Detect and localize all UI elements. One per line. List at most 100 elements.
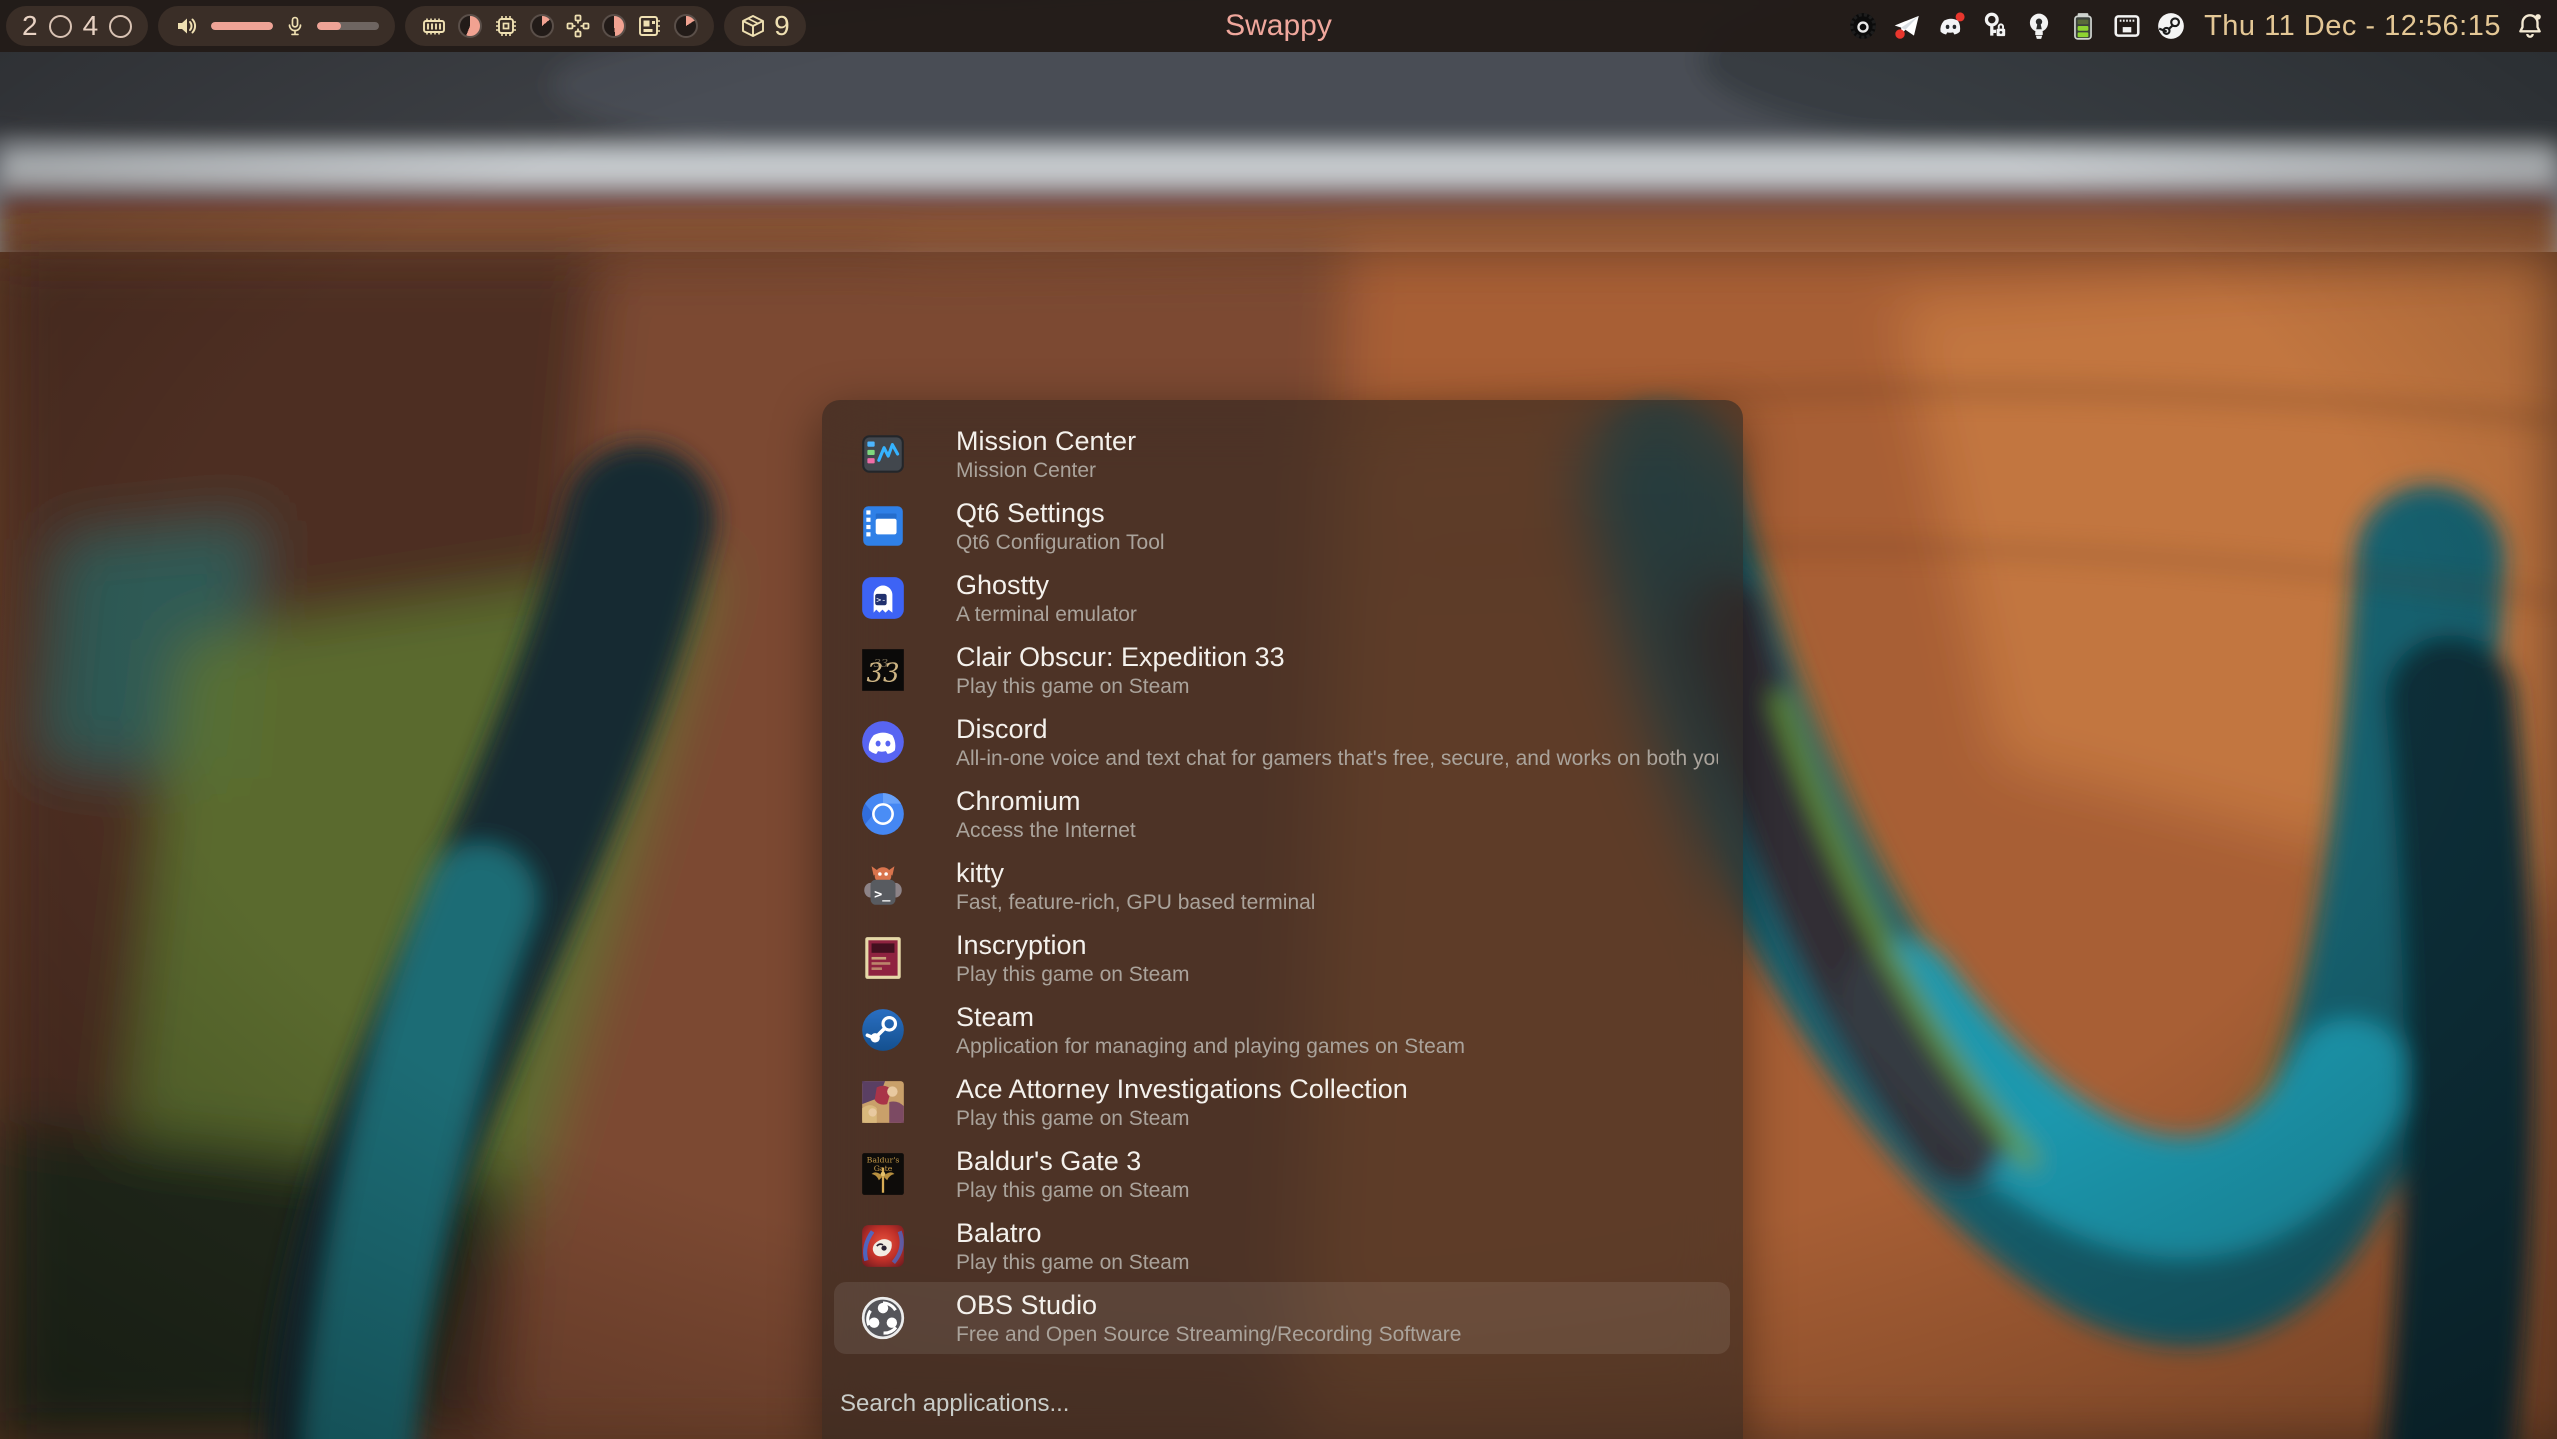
app-name: Balatro xyxy=(956,1218,1189,1248)
kitty-icon: >_ xyxy=(858,861,908,911)
launcher-item[interactable]: >_ kitty Fast, feature-rich, GPU based ter… xyxy=(834,850,1730,922)
clair-obscur-icon: 3333 xyxy=(858,645,908,695)
workspace-indicator[interactable]: 24 xyxy=(6,6,148,46)
app-text: Clair Obscur: Expedition 33 Play this gam… xyxy=(956,642,1285,699)
updates-widget[interactable]: 9 xyxy=(724,6,806,46)
app-description: Mission Center xyxy=(956,459,1136,483)
app-description: Fast, feature-rich, GPU based terminal xyxy=(956,891,1315,915)
cpu-icon xyxy=(493,13,519,39)
qt6-settings-icon xyxy=(858,501,908,551)
discord-icon xyxy=(858,717,908,767)
telegram-icon[interactable] xyxy=(1892,11,1922,41)
discord-icon[interactable] xyxy=(1936,11,1966,41)
app-name: Chromium xyxy=(956,786,1136,816)
balatro-icon xyxy=(858,1221,908,1271)
launcher-item[interactable]: Qt6 Settings Qt6 Configuration Tool xyxy=(834,490,1730,562)
app-text: Baldur's Gate 3 Play this game on Steam xyxy=(956,1146,1189,1203)
system-stats-widget[interactable] xyxy=(405,6,714,46)
svg-text:>-: >- xyxy=(876,595,886,605)
app-name: Ace Attorney Investigations Collection xyxy=(956,1074,1408,1104)
usage-pie-chart xyxy=(674,14,698,38)
ghostty-icon: >- xyxy=(858,573,908,623)
obs-studio-icon xyxy=(858,1293,908,1343)
steam-icon[interactable] xyxy=(2156,11,2186,41)
app-name: Ghostty xyxy=(956,570,1137,600)
app-name: Qt6 Settings xyxy=(956,498,1165,528)
app-description: Application for managing and playing gam… xyxy=(956,1035,1465,1059)
app-text: Steam Application for managing and playin… xyxy=(956,1002,1465,1059)
chromium-icon xyxy=(858,789,908,839)
workspace-number[interactable]: 2 xyxy=(22,6,38,46)
volume-slider[interactable] xyxy=(211,22,273,30)
steelseries-icon[interactable] xyxy=(1848,11,1878,41)
app-text: Balatro Play this game on Steam xyxy=(956,1218,1189,1275)
ethernet-icon[interactable] xyxy=(2112,11,2142,41)
app-text: Qt6 Settings Qt6 Configuration Tool xyxy=(956,498,1165,555)
app-name: Baldur's Gate 3 xyxy=(956,1146,1189,1176)
mic-slider[interactable] xyxy=(317,22,379,30)
launcher-item[interactable]: Baldur'sGate Baldur's Gate 3 Play this gam… xyxy=(834,1138,1730,1210)
app-description: Play this game on Steam xyxy=(956,1179,1189,1203)
steam-icon xyxy=(858,1005,908,1055)
updates-count: 9 xyxy=(774,10,790,42)
speaker-icon xyxy=(174,13,200,39)
bar-left-cluster: 24 9 xyxy=(6,6,806,46)
launcher-item[interactable]: 3333 Clair Obscur: Expedition 33 Play this… xyxy=(834,634,1730,706)
workspace-number[interactable]: 4 xyxy=(83,6,99,46)
top-status-bar: 24 9 Swappy Thu 11 Dec xyxy=(0,0,2557,52)
search-input[interactable]: Search applications... xyxy=(840,1390,1069,1418)
app-text: Ace Attorney Investigations Collection Pl… xyxy=(956,1074,1408,1131)
battery-icon[interactable] xyxy=(2068,11,2098,41)
app-text: OBS StudioFree and Open Source Streaming… xyxy=(956,1290,1461,1347)
launcher-item[interactable]: ChromiumAccess the Internet xyxy=(834,778,1730,850)
app-text: kitty Fast, feature-rich, GPU based termi… xyxy=(956,858,1315,915)
desktop: 24 9 Swappy Thu 11 Dec xyxy=(0,0,2557,1439)
svg-text:33: 33 xyxy=(866,658,899,688)
clock[interactable]: Thu 11 Dec - 12:56:15 xyxy=(2204,10,2501,43)
inscryption-icon xyxy=(858,933,908,983)
motherboard-icon xyxy=(637,13,663,39)
package-icon xyxy=(740,13,766,39)
workspace-empty-icon[interactable] xyxy=(109,15,132,38)
system-tray: Thu 11 Dec - 12:56:15 xyxy=(1848,0,2545,52)
app-name: kitty xyxy=(956,858,1315,888)
microphone-icon xyxy=(284,14,306,38)
usage-pie-chart xyxy=(530,14,554,38)
app-description: A terminal emulator xyxy=(956,603,1137,627)
usage-pie-chart xyxy=(458,14,482,38)
app-description: Play this game on Steam xyxy=(956,1251,1189,1275)
launcher-item[interactable]: Steam Application for managing and playin… xyxy=(834,994,1730,1066)
svg-text:>_: >_ xyxy=(874,887,891,903)
baldurs-gate-3-icon: Baldur'sGate xyxy=(858,1149,908,1199)
app-name: Clair Obscur: Expedition 33 xyxy=(956,642,1285,672)
app-description: Play this game on Steam xyxy=(956,963,1189,987)
app-text: Inscryption Play this game on Steam xyxy=(956,930,1189,987)
launcher-item[interactable]: OBS StudioFree and Open Source Streaming… xyxy=(834,1282,1730,1354)
app-description: All-in-one voice and text chat for gamer… xyxy=(956,747,1718,771)
app-description: Play this game on Steam xyxy=(956,1107,1408,1131)
app-description: Play this game on Steam xyxy=(956,675,1285,699)
workspace-empty-icon[interactable] xyxy=(49,15,72,38)
app-name: Steam xyxy=(956,1002,1465,1032)
gpu-icon xyxy=(565,13,591,39)
launcher-item[interactable]: Ace Attorney Investigations Collection Pl… xyxy=(834,1066,1730,1138)
app-text: Ghostty A terminal emulator xyxy=(956,570,1137,627)
app-description: Free and Open Source Streaming/Recording… xyxy=(956,1323,1461,1347)
launcher-item[interactable]: Mission CenterMission Center xyxy=(834,418,1730,490)
launcher-item[interactable]: >- Ghostty A terminal emulator xyxy=(834,562,1730,634)
audio-widget[interactable] xyxy=(158,6,395,46)
app-description: Qt6 Configuration Tool xyxy=(956,531,1165,555)
app-launcher-panel: Mission CenterMission Center Qt6 Settings… xyxy=(822,400,1743,1439)
usage-pie-chart xyxy=(602,14,626,38)
memory-icon xyxy=(421,13,447,39)
launcher-item[interactable]: Balatro Play this game on Steam xyxy=(834,1210,1730,1282)
keyhole-icon[interactable] xyxy=(2024,11,2054,41)
app-list: Mission CenterMission Center Qt6 Settings… xyxy=(822,418,1743,1354)
ace-attorney-icon xyxy=(858,1077,908,1127)
app-name: Inscryption xyxy=(956,930,1189,960)
launcher-item[interactable]: Inscryption Play this game on Steam xyxy=(834,922,1730,994)
notification-bell-icon[interactable] xyxy=(2515,11,2545,41)
focused-window-title: Swappy xyxy=(1225,0,1332,52)
key-icon[interactable] xyxy=(1980,11,2010,41)
launcher-item[interactable]: DiscordAll-in-one voice and text chat fo… xyxy=(834,706,1730,778)
